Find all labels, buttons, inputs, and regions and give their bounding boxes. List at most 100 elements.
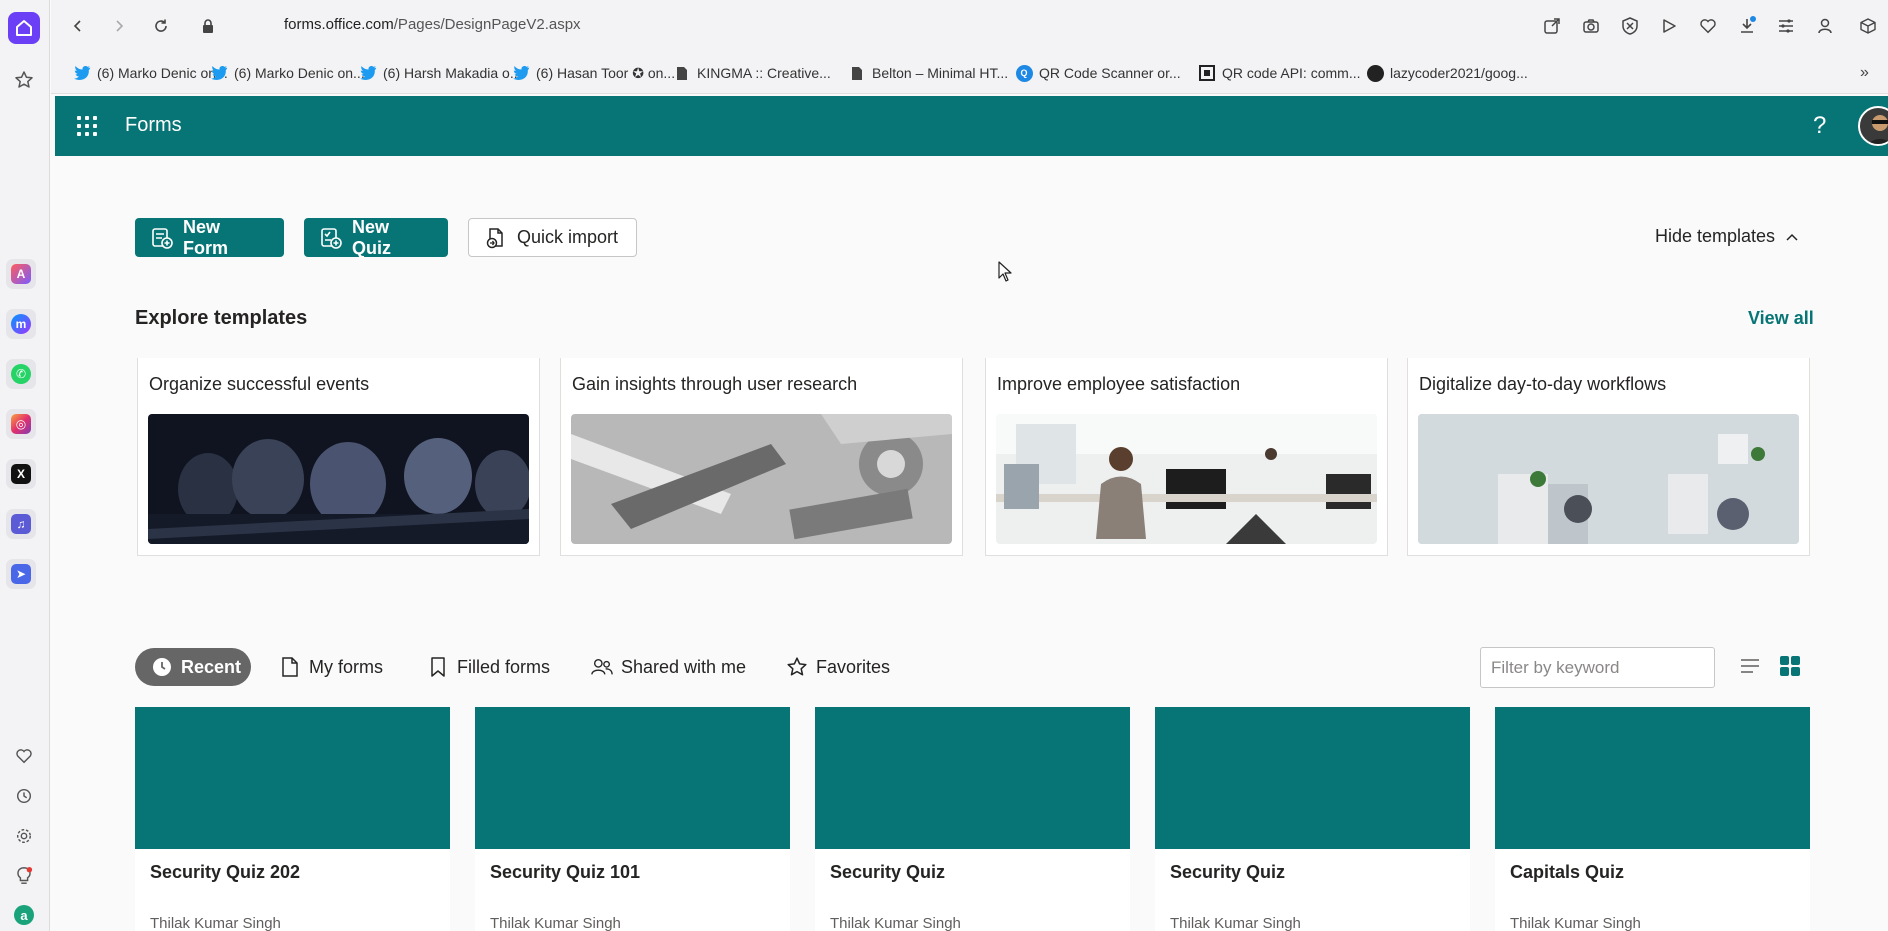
adblock-shield-icon[interactable]	[1618, 14, 1642, 38]
quick-import-button[interactable]: Quick import	[468, 218, 637, 257]
hide-templates-button[interactable]: Hide templates	[1655, 226, 1799, 247]
filter-keyword-input[interactable]	[1480, 647, 1715, 688]
bookmark-item[interactable]: (6) Hasan Toor ✪ on...	[512, 63, 675, 83]
form-card[interactable]: Security Quiz Thilak Kumar Singh	[815, 707, 1130, 931]
messenger-icon[interactable]: m	[6, 309, 36, 339]
template-image-tools	[571, 414, 952, 544]
form-card[interactable]: Security Quiz Thilak Kumar Singh	[1155, 707, 1470, 931]
import-document-icon	[485, 227, 507, 249]
template-card-employee-satisfaction[interactable]: Improve employee satisfaction	[985, 358, 1388, 556]
template-image-audience	[148, 414, 529, 544]
template-title: Digitalize day-to-day workflows	[1419, 374, 1667, 394]
browser-toolbar: forms.office.com/Pages/DesignPageV2.aspx	[51, 0, 1888, 52]
twitter-icon	[512, 64, 530, 82]
reload-icon[interactable]	[149, 14, 173, 38]
home-icon[interactable]	[8, 12, 40, 44]
music-player-icon[interactable]: ♫	[6, 509, 36, 539]
grid-view-icon[interactable]	[1778, 654, 1802, 678]
share-icon[interactable]	[1540, 14, 1564, 38]
tab-label: Favorites	[816, 656, 891, 677]
tips-bulb-icon[interactable]	[8, 860, 40, 892]
star-icon	[786, 656, 808, 678]
url-path: /Pages/DesignPageV2.aspx	[393, 16, 581, 33]
camera-icon[interactable]	[1579, 14, 1603, 38]
whatsapp-icon[interactable]: ✆	[6, 359, 36, 389]
lock-icon[interactable]	[196, 14, 220, 38]
url-host: forms.office.com	[284, 16, 394, 33]
tab-label: Filled forms	[457, 656, 551, 677]
tab-filled-forms[interactable]: Filled forms	[427, 648, 550, 686]
bookmark-item[interactable]: Q QR Code Scanner or...	[1015, 63, 1181, 83]
bookmark-item[interactable]: (6) Marko Denic on...	[210, 63, 365, 83]
github-icon	[1366, 64, 1384, 82]
new-quiz-icon	[320, 227, 342, 249]
mouse-cursor-icon	[998, 261, 1014, 288]
app-title[interactable]: Forms	[125, 114, 182, 137]
chevron-up-icon	[1785, 232, 1799, 242]
new-quiz-button[interactable]: New Quiz	[304, 216, 448, 258]
form-title: Security Quiz	[1170, 862, 1286, 882]
clock-icon	[151, 656, 173, 678]
document-icon	[279, 656, 301, 678]
bookmark-item[interactable]: (6) Harsh Makadia o...	[359, 63, 522, 83]
heart-icon[interactable]	[1696, 14, 1720, 38]
template-title: Organize successful events	[149, 374, 370, 394]
template-card-events[interactable]: Organize successful events	[137, 358, 540, 556]
star-icon[interactable]	[8, 64, 40, 96]
download-icon[interactable]	[1735, 14, 1759, 38]
tab-my-forms[interactable]: My forms	[279, 648, 383, 686]
tab-favorites[interactable]: Favorites	[786, 648, 890, 686]
tab-shared-with-me[interactable]: Shared with me	[591, 648, 746, 686]
bookmark-item[interactable]: QR code API: comm...	[1198, 63, 1361, 83]
play-icon[interactable]	[1657, 14, 1681, 38]
x-twitter-icon[interactable]: X	[6, 459, 36, 489]
send-app-icon[interactable]: ➤	[6, 559, 36, 589]
form-title: Security Quiz 101	[490, 862, 641, 882]
template-card-workflows[interactable]: Digitalize day-to-day workflows	[1407, 358, 1810, 556]
bookmarks-bar: (6) Marko Denic on... (6) Marko Denic on…	[51, 52, 1888, 94]
new-form-button[interactable]: New Form	[135, 217, 284, 258]
settings-icon[interactable]	[8, 820, 40, 852]
history-icon[interactable]	[8, 780, 40, 812]
bookmark-label: QR code API: comm...	[1222, 65, 1361, 81]
app-launcher-icon[interactable]	[75, 114, 99, 138]
address-bar[interactable]: forms.office.com/Pages/DesignPageV2.aspx	[284, 16, 581, 33]
easy-setup-icon[interactable]	[1774, 14, 1798, 38]
bookmark-item[interactable]: KINGMA :: Creative...	[673, 63, 831, 83]
profile-icon[interactable]	[1813, 14, 1837, 38]
bookmark-icon	[427, 656, 449, 678]
template-title: Improve employee satisfaction	[997, 374, 1241, 394]
instagram-icon[interactable]: ◎	[6, 409, 36, 439]
bookmark-label: QR Code Scanner or...	[1039, 65, 1181, 81]
bookmark-item[interactable]: Belton – Minimal HT...	[848, 63, 1008, 83]
template-card-user-research[interactable]: Gain insights through user research	[560, 358, 963, 556]
form-owner: Thilak Kumar Singh	[150, 915, 281, 931]
hide-templates-label: Hide templates	[1655, 226, 1776, 246]
bookmark-label: (6) Marko Denic on...	[97, 65, 228, 81]
bookmark-item[interactable]: (6) Marko Denic on...	[73, 63, 228, 83]
form-owner: Thilak Kumar Singh	[1510, 915, 1641, 931]
form-card[interactable]: Capitals Quiz Thilak Kumar Singh	[1495, 707, 1810, 931]
avatar[interactable]	[1858, 106, 1888, 146]
list-view-icon[interactable]	[1738, 654, 1762, 678]
forward-icon[interactable]	[107, 14, 131, 38]
aria-app-icon[interactable]: A	[6, 259, 36, 289]
help-icon[interactable]: ?	[1813, 112, 1826, 140]
tab-recent[interactable]: Recent	[135, 648, 251, 686]
back-icon[interactable]	[66, 14, 90, 38]
qr-scanner-icon: Q	[1015, 64, 1033, 82]
bookmark-label: (6) Marko Denic on...	[234, 65, 365, 81]
form-card[interactable]: Security Quiz 202 Thilak Kumar Singh	[135, 707, 450, 931]
more-bookmarks-icon[interactable]: »	[1860, 63, 1869, 83]
extension-cube-icon[interactable]	[1856, 14, 1880, 38]
browser-sidebar: A m ✆ ◎ X ♫ ➤ a	[0, 0, 50, 931]
view-all-link[interactable]: View all	[1748, 308, 1814, 329]
form-card[interactable]: Security Quiz 101 Thilak Kumar Singh	[475, 707, 790, 931]
new-quiz-label: New Quiz	[352, 216, 391, 258]
heart-icon[interactable]	[8, 740, 40, 772]
template-title: Gain insights through user research	[572, 374, 858, 394]
aria-assistant-icon[interactable]: a	[8, 899, 40, 931]
bookmark-item[interactable]: lazycoder2021/goog...	[1366, 63, 1528, 83]
qr-code-icon	[1198, 64, 1216, 82]
form-title: Security Quiz 202	[150, 862, 301, 882]
